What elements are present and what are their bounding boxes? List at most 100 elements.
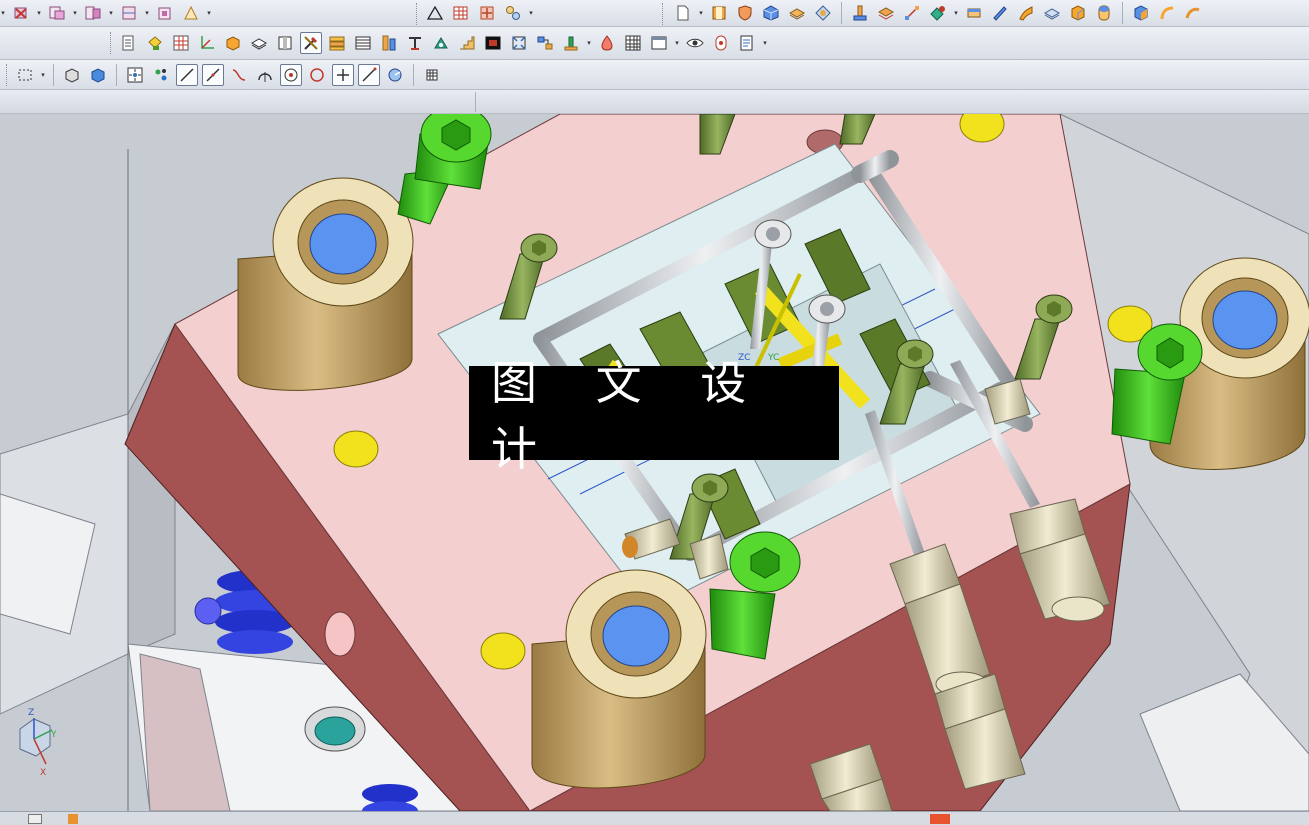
dropdown-arrow-icon[interactable]: ▾ bbox=[0, 2, 6, 24]
status-bar bbox=[0, 811, 1309, 825]
add-component-icon[interactable] bbox=[82, 2, 104, 24]
dropdown-arrow-icon[interactable]: ▾ bbox=[586, 32, 592, 54]
step-icon[interactable] bbox=[456, 32, 478, 54]
select-box-icon[interactable] bbox=[14, 64, 36, 86]
circle-icon[interactable] bbox=[306, 64, 328, 86]
refresh-icon[interactable] bbox=[710, 32, 732, 54]
layers-icon[interactable] bbox=[1041, 2, 1063, 24]
orient-icon[interactable] bbox=[812, 2, 834, 24]
rotate-icon[interactable] bbox=[384, 64, 406, 86]
layer-view-icon[interactable] bbox=[248, 32, 270, 54]
box-icon[interactable] bbox=[1067, 2, 1089, 24]
list-icon[interactable] bbox=[118, 32, 140, 54]
blend-icon[interactable] bbox=[989, 2, 1011, 24]
new-parent-icon[interactable] bbox=[46, 2, 68, 24]
stand-icon[interactable] bbox=[560, 32, 582, 54]
dropdown-arrow-icon[interactable]: ▾ bbox=[762, 32, 768, 54]
reposition-icon[interactable] bbox=[154, 2, 176, 24]
tools-icon[interactable] bbox=[300, 32, 322, 54]
toolbar-row-assembly: ▾ ▾ ▾ ▾ ▾ ▾ ▾ ▾ ▾ bbox=[0, 0, 1309, 27]
stack-icon[interactable] bbox=[326, 32, 348, 54]
prism-icon[interactable] bbox=[1130, 2, 1152, 24]
coord-icon[interactable] bbox=[901, 2, 923, 24]
document-icon[interactable] bbox=[736, 32, 758, 54]
axis-icon[interactable] bbox=[196, 32, 218, 54]
shape-icon[interactable] bbox=[927, 2, 949, 24]
toolbar-separator bbox=[53, 64, 54, 86]
cube-blue-icon[interactable] bbox=[87, 64, 109, 86]
mirror-assembly-icon[interactable] bbox=[118, 2, 140, 24]
arc-icon[interactable] bbox=[1182, 2, 1204, 24]
connect-icon[interactable] bbox=[534, 32, 556, 54]
curve-icon[interactable] bbox=[1156, 2, 1178, 24]
toolbar-grip[interactable] bbox=[662, 3, 665, 25]
sheet-icon[interactable] bbox=[786, 2, 808, 24]
mold-icon[interactable] bbox=[430, 32, 452, 54]
dropdown-arrow-icon[interactable]: ▾ bbox=[698, 2, 704, 24]
dropdown-arrow-icon[interactable]: ▾ bbox=[144, 2, 150, 24]
triad-x-label: X bbox=[40, 768, 46, 778]
layer-icon[interactable] bbox=[875, 2, 897, 24]
table-icon[interactable] bbox=[450, 2, 472, 24]
delete-component-icon[interactable] bbox=[10, 2, 32, 24]
shade-icon[interactable] bbox=[61, 64, 83, 86]
constraint-icon[interactable] bbox=[502, 2, 524, 24]
status-orange-icon bbox=[68, 814, 78, 824]
film-icon[interactable] bbox=[482, 32, 504, 54]
dock-divider bbox=[475, 92, 476, 112]
eye-icon[interactable] bbox=[684, 32, 706, 54]
toolbar-grip[interactable] bbox=[6, 64, 9, 86]
block-icon[interactable] bbox=[963, 2, 985, 24]
dropdown-arrow-icon[interactable]: ▾ bbox=[108, 2, 114, 24]
nx-modeling-window: ▾ ▾ ▾ ▾ ▾ ▾ ▾ ▾ ▾ ▾ ▾ ▾ ▾ ZC YC Z Y X 图 … bbox=[0, 0, 1309, 825]
frame-icon[interactable] bbox=[274, 32, 296, 54]
view-triad[interactable]: Z Y X bbox=[19, 708, 57, 778]
ejector-pin-head bbox=[194, 597, 222, 625]
drop-icon[interactable] bbox=[596, 32, 618, 54]
triangle-icon[interactable] bbox=[424, 2, 446, 24]
toolbar-separator bbox=[116, 64, 117, 86]
pin-icon[interactable] bbox=[849, 2, 871, 24]
dropdown-arrow-icon[interactable]: ▾ bbox=[36, 2, 42, 24]
window-icon[interactable] bbox=[648, 32, 670, 54]
toolbar-grip[interactable] bbox=[416, 3, 419, 25]
cube-icon[interactable] bbox=[760, 2, 782, 24]
array-icon[interactable] bbox=[180, 2, 202, 24]
toolbar-grip[interactable] bbox=[110, 32, 113, 54]
dropdown-arrow-icon[interactable]: ▾ bbox=[674, 32, 680, 54]
arc-tool-icon[interactable] bbox=[254, 64, 276, 86]
spring-icon[interactable] bbox=[378, 32, 400, 54]
snap-icon[interactable] bbox=[124, 64, 146, 86]
solid-icon[interactable] bbox=[222, 32, 244, 54]
status-indicator bbox=[930, 814, 950, 824]
spline-icon[interactable] bbox=[228, 64, 250, 86]
tube-icon[interactable] bbox=[1093, 2, 1115, 24]
grid-small-icon[interactable] bbox=[421, 64, 443, 86]
line2-icon[interactable] bbox=[202, 64, 224, 86]
book-icon[interactable] bbox=[708, 2, 730, 24]
grid2-icon[interactable] bbox=[622, 32, 644, 54]
dropdown-arrow-icon[interactable]: ▾ bbox=[528, 2, 534, 24]
move-point-icon[interactable] bbox=[150, 64, 172, 86]
dropdown-arrow-icon[interactable]: ▾ bbox=[72, 2, 78, 24]
dropdown-arrow-icon[interactable]: ▾ bbox=[40, 64, 46, 86]
shield-icon[interactable] bbox=[734, 2, 756, 24]
dropdown-arrow-icon[interactable]: ▾ bbox=[206, 2, 212, 24]
analysis-toolbar: ▾ bbox=[424, 2, 534, 24]
move-icon[interactable] bbox=[476, 2, 498, 24]
dropdown-arrow-icon[interactable]: ▾ bbox=[953, 2, 959, 24]
ejector-guide-bushing bbox=[304, 706, 366, 752]
line-icon[interactable] bbox=[176, 64, 198, 86]
plus-icon[interactable] bbox=[332, 64, 354, 86]
paint-icon[interactable] bbox=[144, 32, 166, 54]
surface-icon[interactable] bbox=[1015, 2, 1037, 24]
crosshair-icon[interactable] bbox=[508, 32, 530, 54]
diagonal-icon[interactable] bbox=[358, 64, 380, 86]
locating-pin-2 bbox=[480, 632, 526, 670]
text-icon[interactable] bbox=[404, 32, 426, 54]
screen-icon[interactable] bbox=[352, 32, 374, 54]
grid-icon[interactable] bbox=[170, 32, 192, 54]
new-file-icon[interactable] bbox=[672, 2, 694, 24]
status-icon[interactable] bbox=[28, 814, 42, 824]
circle-point-icon[interactable] bbox=[280, 64, 302, 86]
